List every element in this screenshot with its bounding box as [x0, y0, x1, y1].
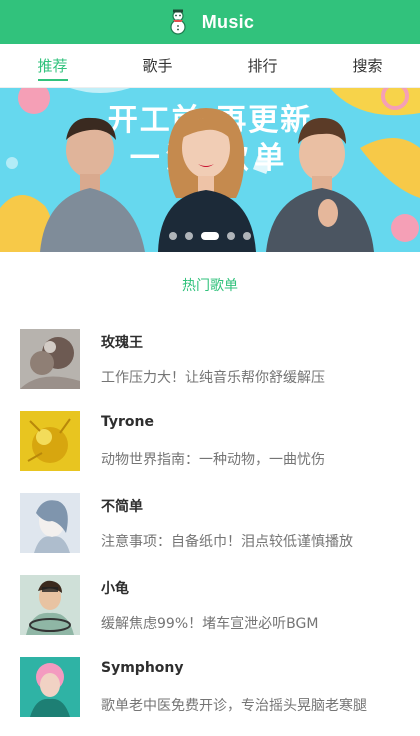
playlist-name: 玫瑰王	[101, 335, 143, 351]
playlist-item[interactable]: 小龟 缓解焦虑99%！堵车宣泄必听BGM	[0, 564, 420, 646]
banner-image: 开工前 再更新 一波 歌单	[0, 88, 420, 252]
playlist-cover	[20, 493, 80, 553]
playlist-cover	[20, 329, 80, 389]
tab-label: 搜索	[352, 57, 383, 75]
carousel-indicators	[0, 232, 420, 240]
playlist-name: Symphony	[101, 660, 184, 676]
tab-label: 歌手	[142, 57, 173, 75]
playlist-list: 玫瑰王 工作压力大！让纯音乐帮你舒缓解压 Tyrone 动物世界指南：一种动物，…	[0, 318, 420, 728]
carousel-dot[interactable]	[185, 232, 193, 240]
banner-carousel[interactable]: 开工前 再更新 一波 歌单	[0, 88, 420, 252]
tab-bar: 推荐 歌手 排行 搜索	[0, 44, 420, 88]
tab-label: 排行	[247, 57, 278, 75]
playlist-desc: 工作压力大！让纯音乐帮你舒缓解压	[101, 370, 325, 386]
playlist-item[interactable]: 不简单 注意事项：自备纸巾！泪点较低谨慎播放	[0, 482, 420, 564]
playlist-desc: 歌单老中医免费开诊，专治摇头晃脑老寒腿	[101, 698, 367, 714]
playlist-desc: 缓解焦虑99%！堵车宣泄必听BGM	[101, 616, 319, 632]
app-title: Music	[201, 11, 255, 32]
playlist-cover	[20, 411, 80, 471]
tab-recommend[interactable]: 推荐	[0, 44, 105, 87]
tab-singers[interactable]: 歌手	[105, 44, 210, 87]
playlist-name: 小龟	[101, 581, 129, 597]
carousel-dot-active[interactable]	[201, 232, 219, 240]
playlist-desc: 动物世界指南：一种动物，一曲忧伤	[101, 452, 325, 468]
tab-label: 推荐	[37, 57, 68, 75]
playlist-desc: 注意事项：自备纸巾！泪点较低谨慎播放	[101, 534, 353, 550]
playlist-item[interactable]: Tyrone 动物世界指南：一种动物，一曲忧伤	[0, 400, 420, 482]
app-root: Music 推荐 歌手 排行 搜索 开工前 再更新 一波 歌单 热门歌单 玫瑰王…	[0, 0, 420, 736]
app-header: Music	[0, 0, 420, 44]
playlist-name: Tyrone	[101, 414, 154, 430]
tab-search[interactable]: 搜索	[315, 44, 420, 87]
snowman-logo-icon	[170, 9, 186, 35]
playlist-name: 不简单	[101, 499, 143, 515]
playlist-item[interactable]: Symphony 歌单老中医免费开诊，专治摇头晃脑老寒腿	[0, 646, 420, 728]
section-title: 热门歌单	[182, 278, 238, 294]
carousel-dot[interactable]	[227, 232, 235, 240]
playlist-cover	[20, 657, 80, 717]
playlist-cover	[20, 575, 80, 635]
tab-rank[interactable]: 排行	[210, 44, 315, 87]
carousel-dot[interactable]	[169, 232, 177, 240]
playlist-item[interactable]: 玫瑰王 工作压力大！让纯音乐帮你舒缓解压	[0, 318, 420, 400]
carousel-dot[interactable]	[243, 232, 251, 240]
